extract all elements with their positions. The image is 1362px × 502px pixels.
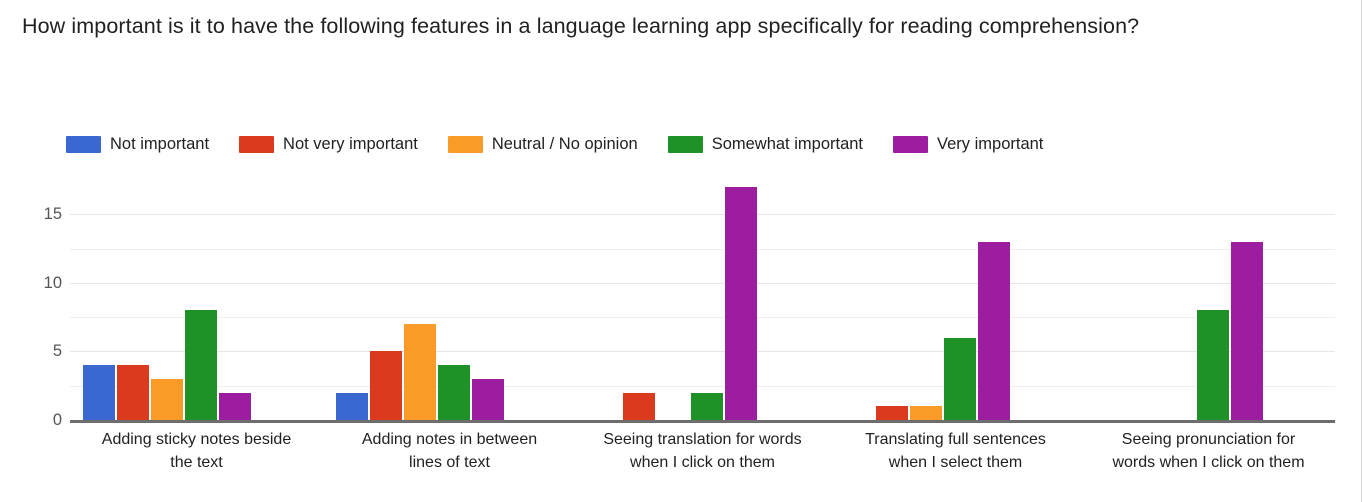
legend-label: Somewhat important xyxy=(711,135,864,153)
bar[interactable] xyxy=(335,392,368,420)
bar[interactable] xyxy=(471,378,504,420)
legend-item[interactable]: Very important xyxy=(893,133,1043,155)
y-axis: 0 5 10 15 xyxy=(8,180,62,428)
bar[interactable] xyxy=(875,406,908,420)
x-axis-labels: Adding sticky notes beside the text Adding… xyxy=(70,428,1335,488)
x-axis-category-label-line: words when I click on them xyxy=(1112,454,1305,471)
x-axis-baseline xyxy=(70,420,1335,423)
bar[interactable] xyxy=(1196,310,1229,420)
bar[interactable] xyxy=(977,241,1010,420)
y-axis-tick-label: 5 xyxy=(52,342,62,361)
legend-swatch-icon xyxy=(667,135,703,153)
bar-group xyxy=(842,180,1012,420)
bar[interactable] xyxy=(690,392,723,420)
y-axis-tick-label: 0 xyxy=(52,411,62,429)
bar[interactable] xyxy=(218,392,251,420)
x-axis-category-label: Adding notes in between lines of text xyxy=(323,428,576,474)
bar-group xyxy=(589,180,759,420)
x-axis-category-label: Seeing translation for words when I click… xyxy=(576,428,829,474)
bar[interactable] xyxy=(437,365,470,420)
bar[interactable] xyxy=(943,337,976,420)
plot-area xyxy=(70,180,1335,421)
x-axis-category-label-line: Adding notes in between xyxy=(361,431,538,448)
bar[interactable] xyxy=(184,310,217,420)
x-axis-category-label: Seeing pronunciation for words when I cli… xyxy=(1082,428,1335,474)
bar-group xyxy=(82,180,253,420)
legend-label: Very important xyxy=(937,135,1044,153)
bar[interactable] xyxy=(724,186,757,420)
legend-item[interactable]: Not important xyxy=(66,133,209,155)
y-axis-tick-label: 10 xyxy=(43,273,62,292)
legend-label: Not important xyxy=(110,135,210,153)
bar[interactable] xyxy=(1230,241,1263,420)
legend-swatch-icon xyxy=(239,135,275,153)
bar[interactable] xyxy=(909,406,942,420)
legend-swatch-icon xyxy=(447,135,483,153)
y-axis-tick-label: 15 xyxy=(43,205,62,224)
bar-chart: How important is it to have the followin… xyxy=(0,0,1362,502)
x-axis-category-label-line: the text xyxy=(170,454,223,471)
legend-item[interactable]: Somewhat important xyxy=(667,133,864,155)
bar[interactable] xyxy=(82,365,115,420)
legend-swatch-icon xyxy=(893,135,929,153)
bar[interactable] xyxy=(403,324,436,420)
bar[interactable] xyxy=(116,365,149,420)
x-axis-category-label: Adding sticky notes beside the text xyxy=(70,428,323,474)
x-axis-category-label-line: Seeing translation for words xyxy=(603,431,802,448)
x-axis-category-label-line: Translating full sentences xyxy=(865,431,1046,448)
x-axis-category-label-line: when I click on them xyxy=(630,454,775,471)
bar[interactable] xyxy=(369,351,402,420)
x-axis-category-label-line: lines of text xyxy=(409,454,490,471)
legend-label: Neutral / No opinion xyxy=(491,135,638,153)
chart-title: How important is it to have the followin… xyxy=(22,14,1140,38)
bar[interactable] xyxy=(150,378,183,420)
x-axis-category-label: Translating full sentences when I select … xyxy=(829,428,1082,474)
x-axis-category-label-line: Seeing pronunciation for xyxy=(1121,431,1296,448)
legend-item[interactable]: Neutral / No opinion xyxy=(447,133,638,155)
bar[interactable] xyxy=(622,392,655,420)
bar-group xyxy=(335,180,506,420)
legend-swatch-icon xyxy=(66,135,101,153)
legend-item[interactable]: Not very important xyxy=(239,133,418,155)
x-axis-category-label-line: when I select them xyxy=(888,454,1023,471)
x-axis-category-label-line: Adding sticky notes beside xyxy=(101,431,292,448)
bar-group xyxy=(1095,180,1265,420)
legend-label: Not very important xyxy=(283,135,418,153)
chart-legend: Not important Not very important Neutral /… xyxy=(66,133,1073,155)
